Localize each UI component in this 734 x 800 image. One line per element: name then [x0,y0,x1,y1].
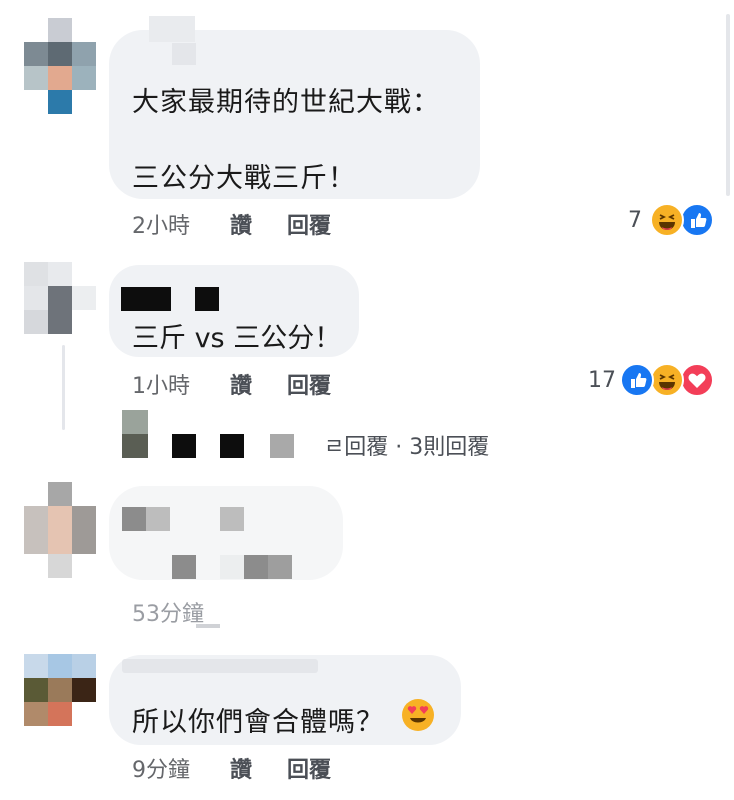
redacted-name [121,287,171,311]
like-icon [680,203,714,237]
reply-button[interactable]: 回覆 [287,368,331,400]
thread-line [62,345,65,430]
reaction-count[interactable]: 7 [628,208,642,233]
timestamp[interactable]: 9分鐘 [132,752,190,784]
replies-summary[interactable]: ㄹ回覆 · 3則回覆 [324,429,489,461]
avatar[interactable] [24,262,98,334]
redacted-name [122,659,318,673]
like-button[interactable]: 讚 [230,752,252,784]
comment-text: 三公分大戰三斤！ [132,163,356,194]
timestamp[interactable]: 53分鐘 [132,596,204,628]
haha-icon [650,203,684,237]
avatar[interactable] [24,654,98,726]
reaction-count[interactable]: 17 [588,368,616,393]
like-button[interactable]: 讚 [230,368,252,400]
comment-text: 三斤 vs 三公分！ [132,323,342,354]
avatar[interactable] [24,482,98,578]
redacted-action [196,624,220,628]
haha-icon [650,363,684,397]
redacted-name [172,434,196,458]
redacted-name [149,16,195,42]
reply-avatar [122,410,148,458]
like-icon [620,363,654,397]
comment-text: 大家最期待的世紀大戰： [132,87,440,118]
reply-button[interactable]: 回覆 [287,208,331,240]
heart-eyes-icon [401,698,435,732]
timestamp[interactable]: 2小時 [132,208,190,240]
comment-text: 所以你們會合體嗎？ [132,707,384,738]
avatar[interactable] [24,18,98,114]
timestamp[interactable]: 1小時 [132,368,190,400]
like-button[interactable]: 讚 [230,208,252,240]
reply-button[interactable]: 回覆 [287,752,331,784]
love-icon [680,363,714,397]
scrollbar[interactable] [726,14,730,196]
